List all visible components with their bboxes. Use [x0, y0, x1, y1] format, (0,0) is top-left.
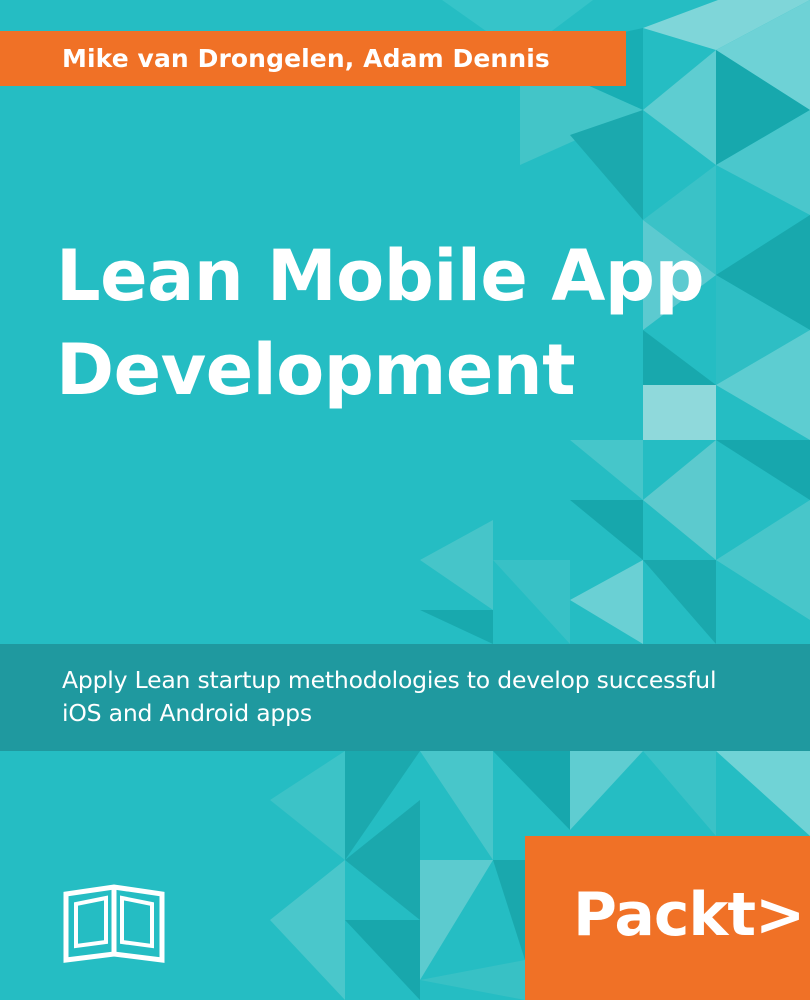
publisher-logo: Packt>	[573, 880, 805, 950]
subtitle-line-1: Apply Lean startup methodologies to deve…	[62, 666, 717, 694]
publisher-logo-box: Packt>	[525, 836, 810, 1000]
author-banner: Mike van Drongelen, Adam Dennis	[0, 31, 626, 86]
book-right-page	[120, 895, 154, 949]
open-book-icon	[63, 884, 165, 963]
book-title: Lean Mobile App Development	[56, 229, 796, 417]
title-line-1: Lean Mobile App	[56, 235, 705, 317]
subtitle: Apply Lean startup methodologies to deve…	[62, 664, 797, 730]
book-left-page	[74, 895, 108, 949]
authors: Mike van Drongelen, Adam Dennis	[62, 44, 550, 73]
subtitle-line-2: iOS and Android apps	[62, 699, 312, 727]
subtitle-band: Apply Lean startup methodologies to deve…	[0, 644, 810, 751]
book-cover: Mike van Drongelen, Adam Dennis Lean Mob…	[0, 0, 810, 1000]
title-line-2: Development	[56, 329, 576, 411]
